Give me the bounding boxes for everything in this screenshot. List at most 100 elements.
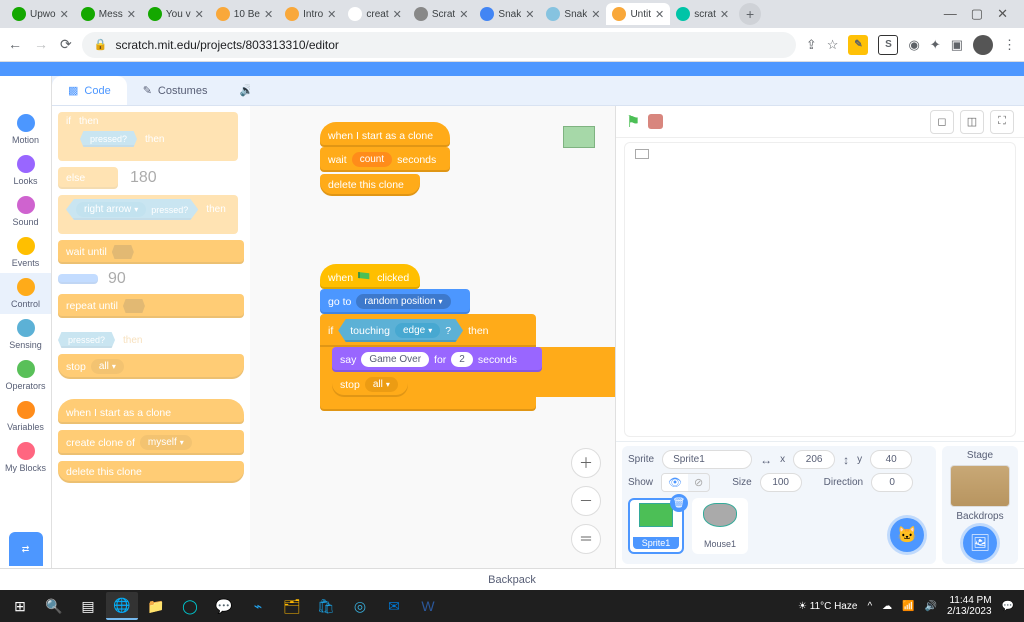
share-icon[interactable]: ⇪ (806, 37, 817, 53)
extensions-menu-icon[interactable]: ✦ (930, 37, 941, 53)
url-input[interactable]: 🔒 scratch.mit.edu/projects/803313310/edi… (82, 32, 796, 58)
tab-costumes[interactable]: ✎ Costumes (127, 76, 224, 105)
eye-off-icon[interactable]: ⊘ (688, 474, 709, 491)
browser-tab[interactable]: Intro✕ (279, 3, 342, 25)
window-minimize-icon[interactable]: — (944, 6, 957, 22)
zoom-reset-button[interactable]: ＝ (571, 524, 601, 554)
stage-monitor-icon[interactable] (635, 149, 649, 159)
block-when-start-clone[interactable]: when I start as a clone (320, 122, 450, 147)
browser-tab[interactable]: You v✕ (142, 3, 210, 25)
delete-sprite-icon[interactable]: 🗑 (670, 494, 688, 512)
sprite-tile[interactable]: Mouse1 (692, 498, 748, 554)
tab-close-icon[interactable]: ✕ (655, 8, 664, 21)
backpack-bar[interactable]: Backpack (0, 568, 1024, 590)
block-touching-edge[interactable]: touching edge ? (338, 319, 463, 342)
category-sensing[interactable]: Sensing (0, 314, 51, 355)
block-wait[interactable]: wait count seconds (320, 147, 450, 172)
block-delete-clone[interactable]: delete this clone (320, 174, 420, 196)
palette-block-if[interactable]: if then pressed? then (58, 112, 238, 161)
palette-block-if2[interactable]: right arrow pressed? then (58, 195, 238, 234)
category-operators[interactable]: Operators (0, 355, 51, 396)
tab-close-icon[interactable]: ✕ (127, 8, 136, 21)
category-looks[interactable]: Looks (0, 150, 51, 191)
category-my-blocks[interactable]: My Blocks (0, 437, 51, 478)
taskbar-vscode-icon[interactable]: ⌁ (242, 592, 274, 620)
tab-close-icon[interactable]: ✕ (195, 8, 204, 21)
sprite-x-input[interactable]: 206 (793, 450, 835, 469)
extension-s-icon[interactable]: S (878, 35, 898, 55)
add-extension-button[interactable]: ⇄ (9, 532, 43, 566)
taskbar-mail-icon[interactable]: ✉ (378, 592, 410, 620)
taskbar-canva-icon[interactable]: ◯ (174, 592, 206, 620)
taskbar-files-icon[interactable]: 🗂 (276, 592, 308, 620)
stage-canvas[interactable] (624, 142, 1016, 437)
category-motion[interactable]: Motion (0, 109, 51, 150)
block-goto-random[interactable]: go to random position (320, 289, 470, 314)
sprite-name-input[interactable]: Sprite1 (662, 450, 752, 469)
sprite-y-input[interactable]: 40 (870, 450, 912, 469)
browser-tab[interactable]: creat✕ (342, 3, 407, 25)
nav-reload-icon[interactable]: ⟳ (60, 36, 72, 53)
sprite-direction-input[interactable]: 0 (871, 473, 913, 492)
profile-avatar-icon[interactable] (973, 35, 993, 55)
taskbar-word-icon[interactable]: W (412, 592, 444, 620)
taskbar-clock[interactable]: 11:44 PM 2/13/2023 (947, 595, 992, 617)
block-when-flag-clicked[interactable]: when clicked (320, 264, 420, 289)
palette-block-create-clone[interactable]: create clone of myself (58, 430, 244, 455)
browser-tab[interactable]: Upwo✕ (6, 3, 75, 25)
tab-close-icon[interactable]: ✕ (720, 8, 729, 21)
tab-close-icon[interactable]: ✕ (393, 8, 402, 21)
taskbar-messenger-icon[interactable]: 💬 (208, 592, 240, 620)
tray-onedrive-icon[interactable]: ☁ (882, 601, 892, 612)
weather-widget[interactable]: ☀ 11°C Haze (798, 601, 857, 612)
browser-tab[interactable]: Snak✕ (540, 3, 606, 25)
taskbar-chrome-icon[interactable]: 🌐 (106, 592, 138, 620)
tab-close-icon[interactable]: ✕ (525, 8, 534, 21)
script-main[interactable]: when clicked go to random position if to… (320, 264, 615, 411)
bookmark-icon[interactable]: ☆ (827, 37, 839, 53)
stop-button[interactable] (648, 114, 663, 129)
tab-close-icon[interactable]: ✕ (459, 8, 468, 21)
block-stop-all[interactable]: stop all (332, 372, 408, 397)
eye-icon[interactable]: 👁 (662, 474, 688, 491)
taskbar-explorer-icon[interactable]: 📁 (140, 592, 172, 620)
browser-tab[interactable]: Untit✕ (606, 3, 670, 25)
palette-block-delete-clone[interactable]: delete this clone (58, 461, 244, 483)
tab-close-icon[interactable]: ✕ (60, 8, 69, 21)
stage-thumbnail[interactable] (950, 465, 1010, 507)
block-if-touching[interactable]: if touching edge ? then (320, 314, 536, 347)
category-control[interactable]: Control (0, 273, 51, 314)
block-say-gameover[interactable]: say Game Over for 2 seconds (332, 347, 542, 372)
tab-close-icon[interactable]: ✕ (327, 8, 336, 21)
category-sound[interactable]: Sound (0, 191, 51, 232)
palette-block-start-clone[interactable]: when I start as a clone (58, 399, 244, 424)
palette-block-else[interactable]: else (58, 167, 118, 189)
browser-tab[interactable]: Mess✕ (75, 3, 142, 25)
zoom-in-button[interactable]: ＋ (571, 448, 601, 478)
green-flag-button[interactable]: ⚑ (626, 112, 640, 132)
tab-close-icon[interactable]: ✕ (591, 8, 600, 21)
extension-dot-icon[interactable]: ◉ (908, 37, 919, 53)
start-button[interactable]: ⊞ (4, 592, 36, 620)
stage-full-button[interactable]: ⛶ (990, 110, 1014, 134)
browser-tab[interactable]: Snak✕ (474, 3, 540, 25)
tray-chevron-icon[interactable]: ^ (867, 601, 872, 612)
nav-forward-icon[interactable]: → (34, 36, 48, 53)
new-tab-button[interactable]: + (739, 3, 761, 25)
taskbar-store-icon[interactable]: 🛍 (310, 592, 342, 620)
task-view-icon[interactable]: ▤ (72, 592, 104, 620)
tray-volume-icon[interactable]: 🔊 (925, 601, 937, 612)
reporter-count[interactable]: count (352, 152, 392, 167)
nav-back-icon[interactable]: ← (8, 36, 22, 53)
category-events[interactable]: Events (0, 232, 51, 273)
tab-close-icon[interactable]: ✕ (264, 8, 273, 21)
taskbar-edge-icon[interactable]: ◎ (344, 592, 376, 620)
window-restore-icon[interactable]: ▢ (971, 6, 983, 22)
stage-large-button[interactable]: ◫ (960, 110, 984, 134)
palette-block-wait-until[interactable]: wait until (58, 240, 244, 264)
tab-code[interactable]: ▩ Code (52, 76, 127, 105)
browser-tab[interactable]: Scrat✕ (408, 3, 475, 25)
show-toggle[interactable]: 👁 ⊘ (661, 473, 710, 492)
sprite-tile[interactable]: 🗑Sprite1 (628, 498, 684, 554)
notifications-icon[interactable]: 💬 (1002, 601, 1014, 612)
